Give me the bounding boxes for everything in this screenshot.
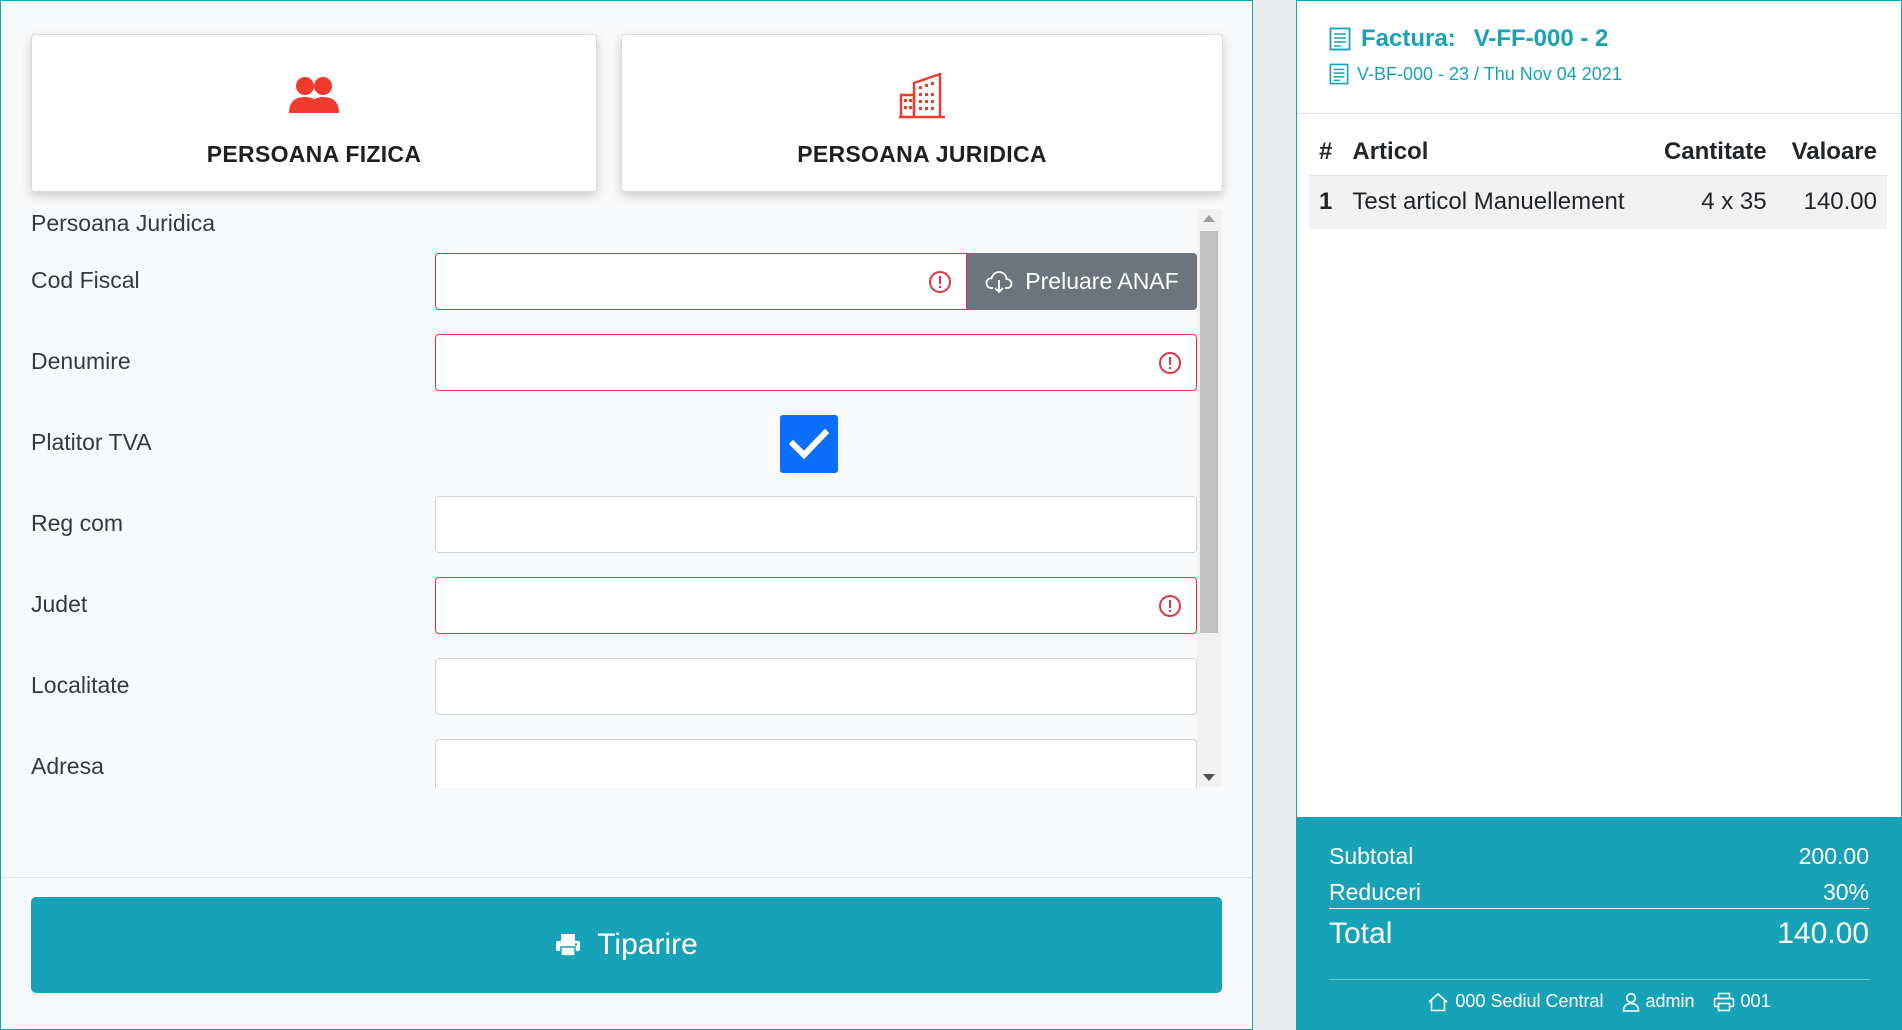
column-header-valoare: Valoare (1776, 129, 1887, 176)
location-info: 000 Sediul Central (1427, 991, 1604, 1012)
user-label: admin (1645, 991, 1695, 1011)
divider (1329, 908, 1869, 909)
reg-com-label: Reg com (31, 510, 124, 536)
invoice-title-label: Factura: (1361, 25, 1456, 52)
users-icon (289, 76, 339, 113)
invoice-panel: Factura: V-FF-000 - 2 V-BF-000 - 23 / Th… (1296, 0, 1902, 1030)
error-icon (1159, 595, 1181, 617)
reduceri-label: Reduceri (1329, 879, 1422, 905)
printer-icon (1713, 992, 1734, 1011)
divider (1297, 113, 1901, 114)
checkmark-icon (789, 428, 829, 460)
cloud-download-icon (985, 270, 1013, 293)
receipt-icon (1329, 63, 1349, 85)
column-header-number: # (1309, 129, 1343, 176)
column-header-cantitate: Cantitate (1648, 129, 1777, 176)
customer-form: Persoana Juridica Cod Fiscal Preluare AN… (31, 206, 1223, 788)
customer-panel: PERSOANA FIZICA PERSOANA JURIDICA Persoa… (0, 0, 1253, 1030)
subtotal-value: 200.00 (1798, 843, 1869, 869)
cod-fiscal-input[interactable] (435, 253, 967, 310)
invoice-reference: V-BF-000 - 23 / Thu Nov 04 2021 (1357, 63, 1622, 84)
invoice-number: V-FF-000 - 2 (1473, 25, 1609, 52)
printer-info: 001 (1713, 991, 1771, 1012)
adresa-label: Adresa (31, 753, 104, 779)
invoice-title: Factura: V-FF-000 - 2 (1329, 25, 1622, 53)
receipt-icon (1329, 27, 1351, 51)
reduceri-row: Reduceri 30% (1329, 879, 1869, 906)
subtotal-label: Subtotal (1329, 843, 1414, 869)
item-number: 1 (1309, 175, 1343, 229)
judet-row: Judet (31, 577, 1197, 635)
building-icon (899, 71, 945, 118)
user-info: admin (1622, 991, 1695, 1012)
platitor-tva-label: Platitor TVA (31, 429, 152, 455)
total-value: 140.00 (1777, 917, 1869, 950)
session-info: 000 Sediul Central admin 001 (1297, 991, 1901, 1012)
form-section-title: Persoana Juridica (31, 210, 216, 236)
subtotal-row: Subtotal 200.00 (1329, 843, 1869, 870)
denumire-label: Denumire (31, 348, 131, 374)
localitate-label: Localitate (31, 672, 130, 698)
divider (1, 877, 1252, 878)
localitate-row: Localitate (31, 658, 1197, 716)
total-label: Total (1329, 917, 1393, 950)
judet-input[interactable] (435, 577, 1197, 634)
column-header-articol: Articol (1342, 129, 1649, 176)
localitate-input[interactable] (435, 658, 1197, 715)
scroll-up-arrow-icon[interactable] (1203, 215, 1215, 222)
preluare-anaf-label: Preluare ANAF (1025, 268, 1179, 294)
adresa-input[interactable] (435, 739, 1197, 788)
reg-com-row: Reg com (31, 496, 1197, 554)
totals-section: Subtotal 200.00 Reduceri 30% Total 140.0… (1297, 817, 1901, 1030)
platitor-tva-row: Platitor TVA (31, 415, 1197, 473)
scrollbar-thumb[interactable] (1200, 231, 1218, 633)
persoana-fizica-label: PERSOANA FIZICA (206, 140, 422, 167)
printer-icon (556, 934, 581, 957)
scroll-down-arrow-icon[interactable] (1203, 774, 1215, 781)
item-cantitate: 4 x 35 (1648, 175, 1777, 229)
cod-fiscal-label: Cod Fiscal (31, 267, 140, 293)
home-icon (1428, 992, 1448, 1011)
form-scrollbar[interactable] (1197, 209, 1221, 787)
platitor-tva-checkbox[interactable] (780, 415, 838, 473)
persoana-juridica-label: PERSOANA JURIDICA (797, 140, 1047, 167)
error-icon (929, 271, 951, 293)
reg-com-input[interactable] (435, 496, 1197, 553)
judet-label: Judet (31, 591, 88, 617)
persoana-fizica-card[interactable]: PERSOANA FIZICA (31, 34, 597, 192)
user-icon (1622, 992, 1639, 1012)
cod-fiscal-row: Cod Fiscal Preluare ANAF (31, 253, 1197, 311)
tiparire-label: Tiparire (597, 928, 698, 961)
item-articol: Test articol Manuellement (1342, 175, 1649, 229)
denumire-row: Denumire (31, 334, 1197, 392)
error-icon (1159, 352, 1181, 374)
invoice-subtitle: V-BF-000 - 23 / Thu Nov 04 2021 (1329, 63, 1622, 85)
denumire-input[interactable] (435, 334, 1197, 391)
table-header-row: # Articol Cantitate Valoare (1309, 129, 1887, 176)
table-row[interactable]: 1 Test articol Manuellement 4 x 35 140.0… (1309, 175, 1887, 229)
preluare-anaf-button[interactable]: Preluare ANAF (967, 253, 1197, 310)
total-row: Total 140.00 (1329, 917, 1869, 951)
reduceri-value: 30% (1822, 879, 1869, 905)
item-valoare: 140.00 (1776, 175, 1887, 229)
tiparire-button[interactable]: Tiparire (31, 897, 1222, 993)
printer-label: 001 (1740, 991, 1771, 1011)
invoice-items-table: # Articol Cantitate Valoare 1 Test artic… (1309, 129, 1887, 229)
divider (1329, 979, 1869, 980)
invoice-header: Factura: V-FF-000 - 2 V-BF-000 - 23 / Th… (1329, 25, 1622, 85)
adresa-row: Adresa (31, 739, 1197, 788)
location-label: 000 Sediul Central (1455, 991, 1604, 1011)
persoana-juridica-card[interactable]: PERSOANA JURIDICA (621, 34, 1223, 192)
